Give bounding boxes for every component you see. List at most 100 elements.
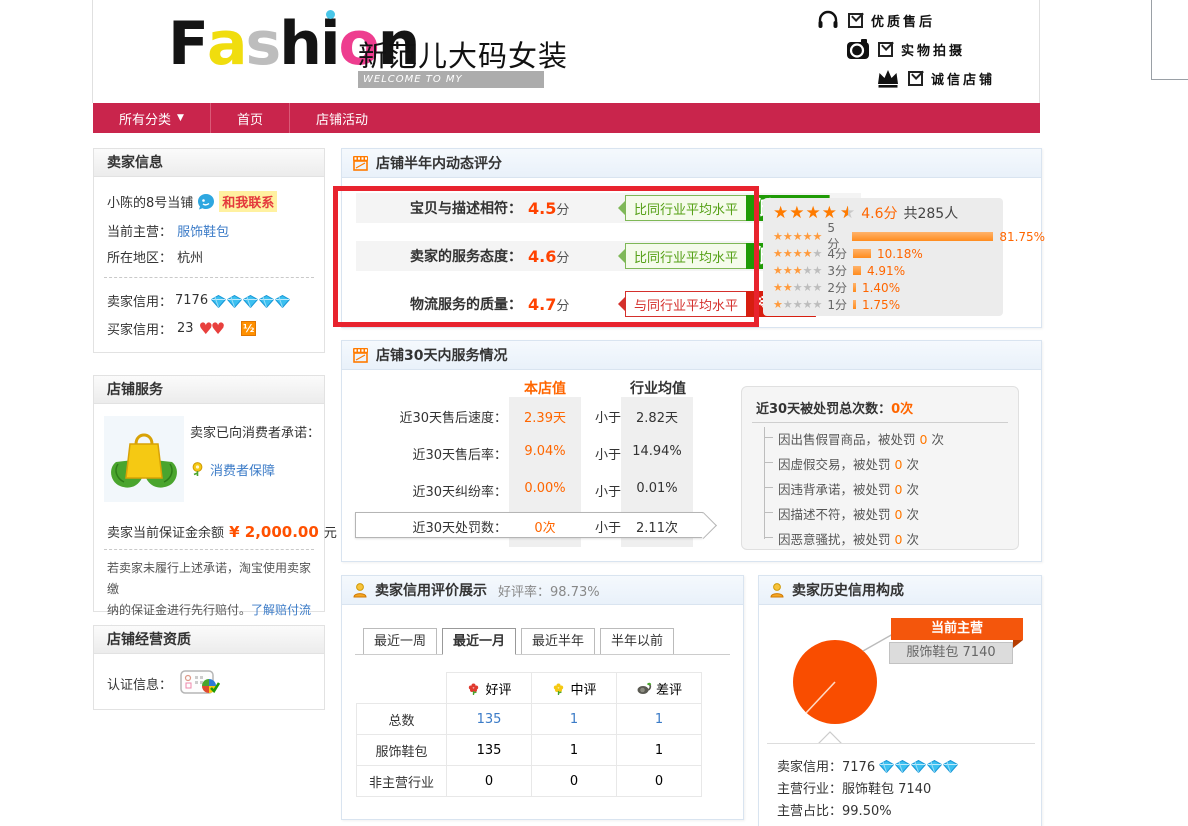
dsr-label: 宝贝与描述相符： xyxy=(356,198,522,218)
credit-diamonds xyxy=(211,291,291,310)
id-card-icon[interactable] xyxy=(180,670,220,696)
tab-last-month[interactable]: 最近一月 xyxy=(442,628,516,655)
diamond-icon xyxy=(927,760,942,773)
dist-row-3: ★★★★★ 3分 4.91% xyxy=(773,263,905,278)
main-business-label: 当前主营： xyxy=(107,225,172,240)
compare-text: 与同行业平均水平 xyxy=(626,295,746,314)
main-business-link[interactable]: 服饰鞋包 xyxy=(177,225,229,240)
person-icon xyxy=(769,582,785,598)
dist-bar xyxy=(853,266,861,275)
logo-letter: h xyxy=(279,14,320,74)
svc-industry-value: 2.82天 xyxy=(621,407,693,426)
diamond-icon xyxy=(259,295,274,308)
col-good: 好评 xyxy=(485,679,511,698)
tab-last-half-year[interactable]: 最近半年 xyxy=(521,628,595,655)
camera-icon xyxy=(846,38,870,60)
nav-label: 所有分类 xyxy=(119,109,171,128)
divider xyxy=(104,277,314,278)
industry-value: 服饰鞋包 7140 xyxy=(842,782,931,797)
dist-label: 2分 xyxy=(827,279,847,296)
tab-underline xyxy=(355,654,730,655)
dsr-label: 物流服务的质量： xyxy=(356,294,522,314)
dsr-score: 4.7 xyxy=(528,295,556,314)
region-label: 所在地区： xyxy=(107,251,172,266)
cell-value: 1 xyxy=(617,735,702,766)
avg-score: 4.6分 xyxy=(861,203,897,223)
dsr-panel: 店铺半年内动态评分 宝贝与描述相符： 4.5 分 比同行业平均水平 低2.26%… xyxy=(341,148,1042,328)
diamond-icon xyxy=(895,760,910,773)
dsr-unit: 分 xyxy=(556,295,569,314)
table-header-row: 好评 中评 差评 xyxy=(357,673,702,704)
penalty-title: 近30天被处罚总次数： xyxy=(756,402,891,417)
badge-honest-shop: 诚信店铺 xyxy=(876,68,995,88)
svc-label: 近30天售后率： xyxy=(342,444,507,463)
dist-label: 4分 xyxy=(827,245,847,262)
wangwang-icon[interactable] xyxy=(197,193,215,211)
service30-panel: 店铺30天内服务情况 本店值 行业均值 近30天售后速度： 2.39天 小于 2… xyxy=(341,340,1042,562)
crown-icon xyxy=(876,68,900,88)
person-icon xyxy=(352,582,368,598)
diamond-icon xyxy=(243,295,258,308)
dsr-score: 4.5 xyxy=(528,199,556,218)
contact-me-button[interactable]: 和我联系 xyxy=(219,191,277,212)
cell-value: 135 xyxy=(447,735,532,766)
dist-row-2: ★★★★★ 2分 1.40% xyxy=(773,280,900,295)
dist-pct: 4.91% xyxy=(867,264,905,278)
dist-pct: 1.75% xyxy=(862,298,900,312)
nav-home[interactable]: 首页 xyxy=(211,103,289,133)
col-header-shop: 本店值 xyxy=(509,378,581,398)
seller-info-box: 卖家信息 小陈的8号当铺 和我联系 当前主营： 服饰鞋包 所在地区： 杭州 卖家… xyxy=(93,148,325,353)
svc-industry-value: 14.94% xyxy=(621,444,693,459)
cert-label: 认证信息： xyxy=(107,674,172,693)
nav-all-categories[interactable]: 所有分类 ▼ xyxy=(93,103,210,133)
penalty-item: 因违背承诺，被处罚 0 次 xyxy=(764,479,919,498)
svc-shop-value: 9.04% xyxy=(509,444,581,459)
consumer-guarantee-link[interactable]: 消费者保障 xyxy=(210,460,275,479)
table-row: 总数 135 1 1 xyxy=(357,704,702,735)
dsr-unit: 分 xyxy=(556,247,569,266)
deposit-unit: 元 xyxy=(324,526,337,541)
svc-label: 近30天售后速度： xyxy=(342,407,507,426)
diamond-icon xyxy=(943,760,958,773)
tab-last-week[interactable]: 最近一周 xyxy=(363,628,437,655)
col-neutral: 中评 xyxy=(570,679,596,698)
pie-callout-label: 服饰鞋包 7140 xyxy=(889,642,1013,664)
tab-older[interactable]: 半年以前 xyxy=(600,628,674,655)
cell-value[interactable]: 1 xyxy=(532,704,617,735)
svc-shop-value: 0次 xyxy=(509,517,581,536)
logo-letter: F xyxy=(168,14,207,74)
penalty-item: 因描述不符，被处罚 0 次 xyxy=(764,504,919,523)
checkbox-icon xyxy=(848,13,863,28)
penalty-item: 因虚假交易，被处罚 0 次 xyxy=(764,454,919,473)
divider xyxy=(752,422,1008,423)
good-flower-icon xyxy=(466,681,481,696)
dist-pct: 81.75% xyxy=(999,230,1045,244)
nav-activities[interactable]: 店铺活动 xyxy=(290,103,394,133)
buyer-credit-label: 买家信用： xyxy=(107,319,172,338)
divider xyxy=(104,549,314,550)
consumer-guarantee-icon xyxy=(104,416,184,502)
credit-label: 卖家信用： xyxy=(777,760,842,775)
welcome-strip: WELCOME TO MY SHOPPING...... xyxy=(358,71,544,88)
diamond-icon xyxy=(879,760,894,773)
bad-snail-icon xyxy=(636,681,652,695)
page: Fashion 新范儿大码女装 WELCOME TO MY SHOPPING..… xyxy=(0,0,1188,826)
svc-shop-value: 2.39天 xyxy=(509,407,581,426)
corner-popup-fragment xyxy=(1151,0,1188,80)
deposit-value: ¥ 2,000.00 xyxy=(229,523,319,541)
divider xyxy=(767,743,1035,744)
seller-info-title: 卖家信息 xyxy=(94,149,324,177)
cell-value[interactable]: 1 xyxy=(617,704,702,735)
col-header-industry: 行业均值 xyxy=(615,378,701,398)
chevron-down-icon: ▼ xyxy=(177,113,184,123)
buyer-credit-value: 23 xyxy=(177,321,194,336)
main-nav: 所有分类 ▼ 首页 店铺活动 xyxy=(93,103,1040,133)
dist-row-1: ★★★★★ 1分 1.75% xyxy=(773,297,900,312)
svc-industry-value: 0.01% xyxy=(621,481,693,496)
dsr-unit: 分 xyxy=(556,199,569,218)
nav-label: 店铺活动 xyxy=(316,109,368,128)
rater-count: 共285人 xyxy=(903,203,958,223)
cell-value[interactable]: 135 xyxy=(447,704,532,735)
cell-value: 0 xyxy=(617,766,702,797)
dsr-panel-title: 店铺半年内动态评分 xyxy=(376,153,502,173)
